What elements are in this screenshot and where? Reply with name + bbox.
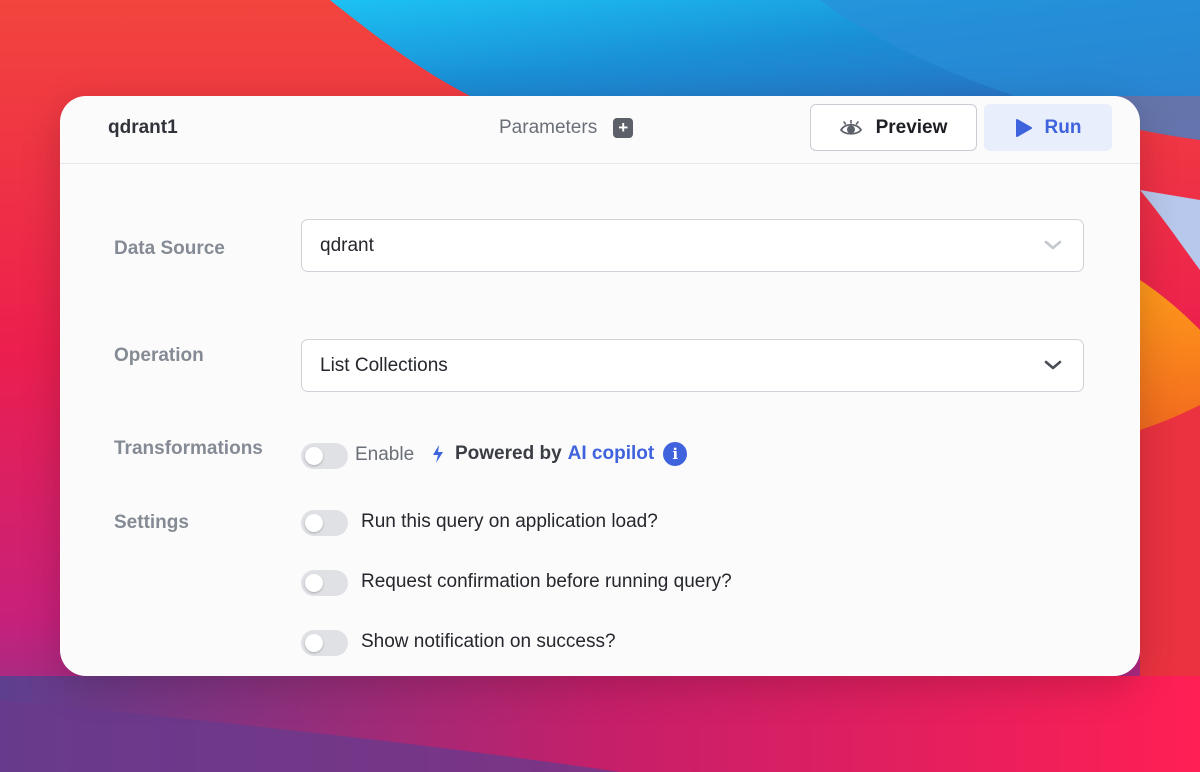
request-confirmation-toggle[interactable] [301, 570, 348, 596]
operation-label: Operation [114, 345, 204, 366]
run-button[interactable]: Run [984, 104, 1112, 151]
chevron-down-icon [1044, 240, 1062, 250]
preview-label: Preview [875, 116, 948, 138]
chevron-down-icon [1044, 360, 1062, 370]
info-icon[interactable]: i [663, 442, 688, 466]
query-header: qdrant1 Parameters + Preview Run [60, 96, 1140, 164]
eye-icon [839, 119, 862, 135]
show-notification-label: Show notification on success? [361, 631, 616, 652]
settings-label: Settings [114, 512, 189, 533]
request-confirmation-label: Request confirmation before running quer… [361, 571, 732, 592]
bolt-icon [433, 445, 443, 463]
add-parameter-icon[interactable]: + [613, 118, 634, 138]
query-panel: qdrant1 Parameters + Preview Run Data So… [60, 96, 1140, 676]
operation-select[interactable]: List Collections [301, 339, 1084, 392]
ai-copilot-badge: Powered by AI copilot i [431, 442, 688, 466]
run-on-load-toggle[interactable] [301, 510, 348, 536]
toggle-knob [305, 574, 323, 592]
toggle-knob [305, 447, 323, 465]
data-source-value: qdrant [320, 235, 374, 256]
data-source-label: Data Source [114, 238, 225, 259]
run-label: Run [1044, 116, 1082, 138]
play-icon [1015, 118, 1032, 137]
parameters-section: Parameters + [499, 117, 634, 139]
toggle-knob [305, 634, 323, 652]
operation-value: List Collections [320, 355, 448, 376]
ai-copilot-link[interactable]: AI copilot [568, 443, 655, 465]
toggle-knob [305, 514, 323, 532]
show-notification-toggle[interactable] [301, 630, 348, 656]
parameters-label: Parameters [499, 117, 598, 138]
enable-label: Enable [355, 444, 415, 465]
transformations-toggle[interactable] [301, 443, 348, 469]
transformations-label: Transformations [114, 438, 263, 459]
preview-button[interactable]: Preview [810, 104, 977, 151]
query-name[interactable]: qdrant1 [108, 117, 178, 139]
powered-by-text: Powered by [455, 443, 562, 464]
data-source-select[interactable]: qdrant [301, 219, 1084, 272]
run-on-load-label: Run this query on application load? [361, 511, 658, 532]
